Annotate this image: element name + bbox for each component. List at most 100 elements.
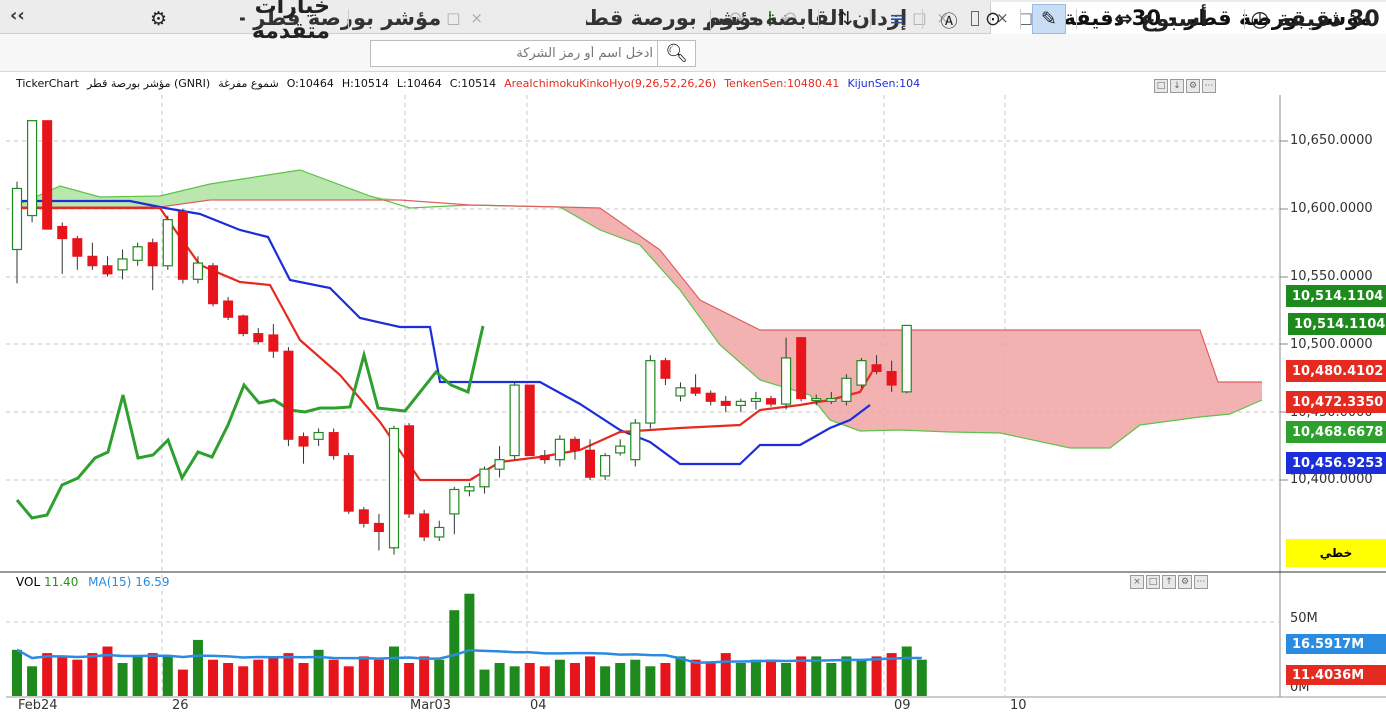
- candle-up: [780, 357, 792, 405]
- volume-panel-controls: × □ ↑ ⚙ ⋯: [1130, 575, 1208, 591]
- more-icon[interactable]: ⋯: [1202, 79, 1216, 93]
- candle-up: [645, 360, 656, 424]
- price-tick: 10,650.0000: [1290, 133, 1373, 148]
- candle-down: [569, 438, 580, 451]
- candle-down: [373, 522, 384, 533]
- volume-bar: [871, 656, 882, 696]
- volume-bar: [796, 656, 807, 696]
- line-style-button[interactable]: خطي: [1286, 539, 1386, 567]
- candle-up: [388, 427, 400, 549]
- volume-bar: [162, 656, 173, 696]
- settings-icon[interactable]: ⚙: [1178, 575, 1192, 589]
- advanced-options-button[interactable]: خيارات متقدمة ⚙: [150, 0, 330, 44]
- maximize-icon[interactable]: □: [1146, 575, 1160, 589]
- panel-controls: □ ↓ ⚙ ⋯: [1154, 79, 1216, 95]
- candle-up: [901, 324, 912, 393]
- candle-up: [494, 459, 505, 470]
- low-value: L:10464: [396, 77, 442, 90]
- redo-icon[interactable]: ↷: [720, 4, 754, 34]
- candle-down: [177, 211, 188, 280]
- volume-bar: [253, 659, 264, 696]
- volume-info-bar: VOL 11.40 MA(15) 16.59: [16, 575, 170, 589]
- volume-tick: 50M: [1290, 611, 1318, 626]
- volume-bar: [238, 666, 249, 696]
- price-tag-senkou-a: 10,468.6678: [1286, 421, 1386, 443]
- candle-down: [720, 400, 731, 406]
- candle-up: [11, 187, 23, 251]
- price-chart[interactable]: [0, 72, 1386, 715]
- alerts-icon[interactable]: Ⓐ: [932, 4, 966, 34]
- candle-down: [102, 265, 113, 275]
- candle-down: [42, 120, 53, 230]
- restore-icon[interactable]: □: [446, 9, 460, 27]
- candle-up: [856, 360, 867, 386]
- volume-bar: [569, 663, 580, 696]
- collapse-tabs-button[interactable]: ‹‹: [10, 5, 25, 26]
- volume-bar: [811, 656, 822, 696]
- price-tag-tenkan: 10,480.4102: [1286, 360, 1386, 382]
- candle-up: [554, 438, 565, 461]
- candle-down: [268, 334, 279, 352]
- range-selector[interactable]: أسبوع ⇔: [1086, 4, 1236, 34]
- candle-up: [313, 431, 324, 440]
- close-icon[interactable]: ×: [470, 9, 483, 27]
- settings-icon[interactable]: ⚙: [1186, 79, 1200, 93]
- price-tag-close: 10,514.1104: [1286, 285, 1386, 307]
- candle-down: [886, 371, 897, 386]
- candle-up: [826, 398, 837, 402]
- volume-bar: [464, 593, 475, 696]
- volume-bar: [147, 653, 158, 696]
- volume-bar: [600, 666, 611, 696]
- compare-icon[interactable]: ⇅: [828, 4, 862, 34]
- price-tick: 10,400.0000: [1290, 472, 1373, 487]
- source-label: TickerChart: [16, 77, 79, 90]
- volume-bar: [645, 666, 656, 696]
- volume-ma-value: 16.59: [135, 575, 170, 589]
- more-icon[interactable]: ⋯: [1194, 575, 1208, 589]
- volume-bar: [12, 649, 22, 696]
- interval-label: 30 دقيقة: [1277, 6, 1380, 32]
- undo-icon[interactable]: ↶: [772, 4, 806, 34]
- x-tick: 26: [172, 698, 189, 713]
- search-icon[interactable]: 🔍︎: [657, 41, 695, 66]
- move-up-icon[interactable]: ↑: [1162, 575, 1176, 589]
- open-value: O:10464: [286, 77, 334, 90]
- interval-selector[interactable]: 30 دقيقة ◷: [1250, 4, 1380, 34]
- volume-bar: [87, 653, 98, 696]
- volume-bar: [132, 656, 143, 696]
- candle-up: [615, 445, 626, 454]
- candle-up: [811, 398, 822, 402]
- trend-icon[interactable]: ⊙: [976, 4, 1010, 34]
- volume-bar: [524, 663, 535, 696]
- candle-up: [449, 488, 460, 515]
- x-tick: Feb24: [18, 698, 58, 713]
- close-icon[interactable]: ×: [1130, 575, 1144, 589]
- drawing-tools-icon[interactable]: ✎: [1032, 4, 1066, 34]
- range-icon: ⇔: [1114, 6, 1133, 32]
- move-down-icon[interactable]: ↓: [1170, 79, 1184, 93]
- volume-bar: [856, 659, 867, 696]
- candle-down: [358, 509, 369, 524]
- maximize-icon[interactable]: □: [1154, 79, 1168, 93]
- candle-up: [464, 486, 475, 492]
- candle-down: [871, 364, 882, 373]
- candle-up: [600, 454, 611, 477]
- volume-bar: [27, 666, 38, 696]
- candle-up: [509, 384, 520, 457]
- candle-down: [223, 300, 234, 318]
- kijun-value: KijunSen:104: [847, 77, 921, 90]
- candle-down: [796, 337, 807, 400]
- search-input[interactable]: [379, 41, 659, 66]
- candle-up: [735, 400, 746, 407]
- restore-icon[interactable]: □: [912, 9, 926, 27]
- volume-bar: [720, 653, 731, 696]
- gear-icon: ⚙: [150, 8, 168, 30]
- candle-down: [524, 384, 535, 457]
- volume-bar: [117, 663, 128, 696]
- candle-up: [26, 120, 38, 217]
- volume-bar: [705, 663, 716, 696]
- price-tick: 10,500.0000: [1290, 337, 1373, 352]
- indicators-icon[interactable]: ≡: [880, 4, 914, 34]
- high-value: H:10514: [341, 77, 389, 90]
- volume-bar: [826, 663, 837, 696]
